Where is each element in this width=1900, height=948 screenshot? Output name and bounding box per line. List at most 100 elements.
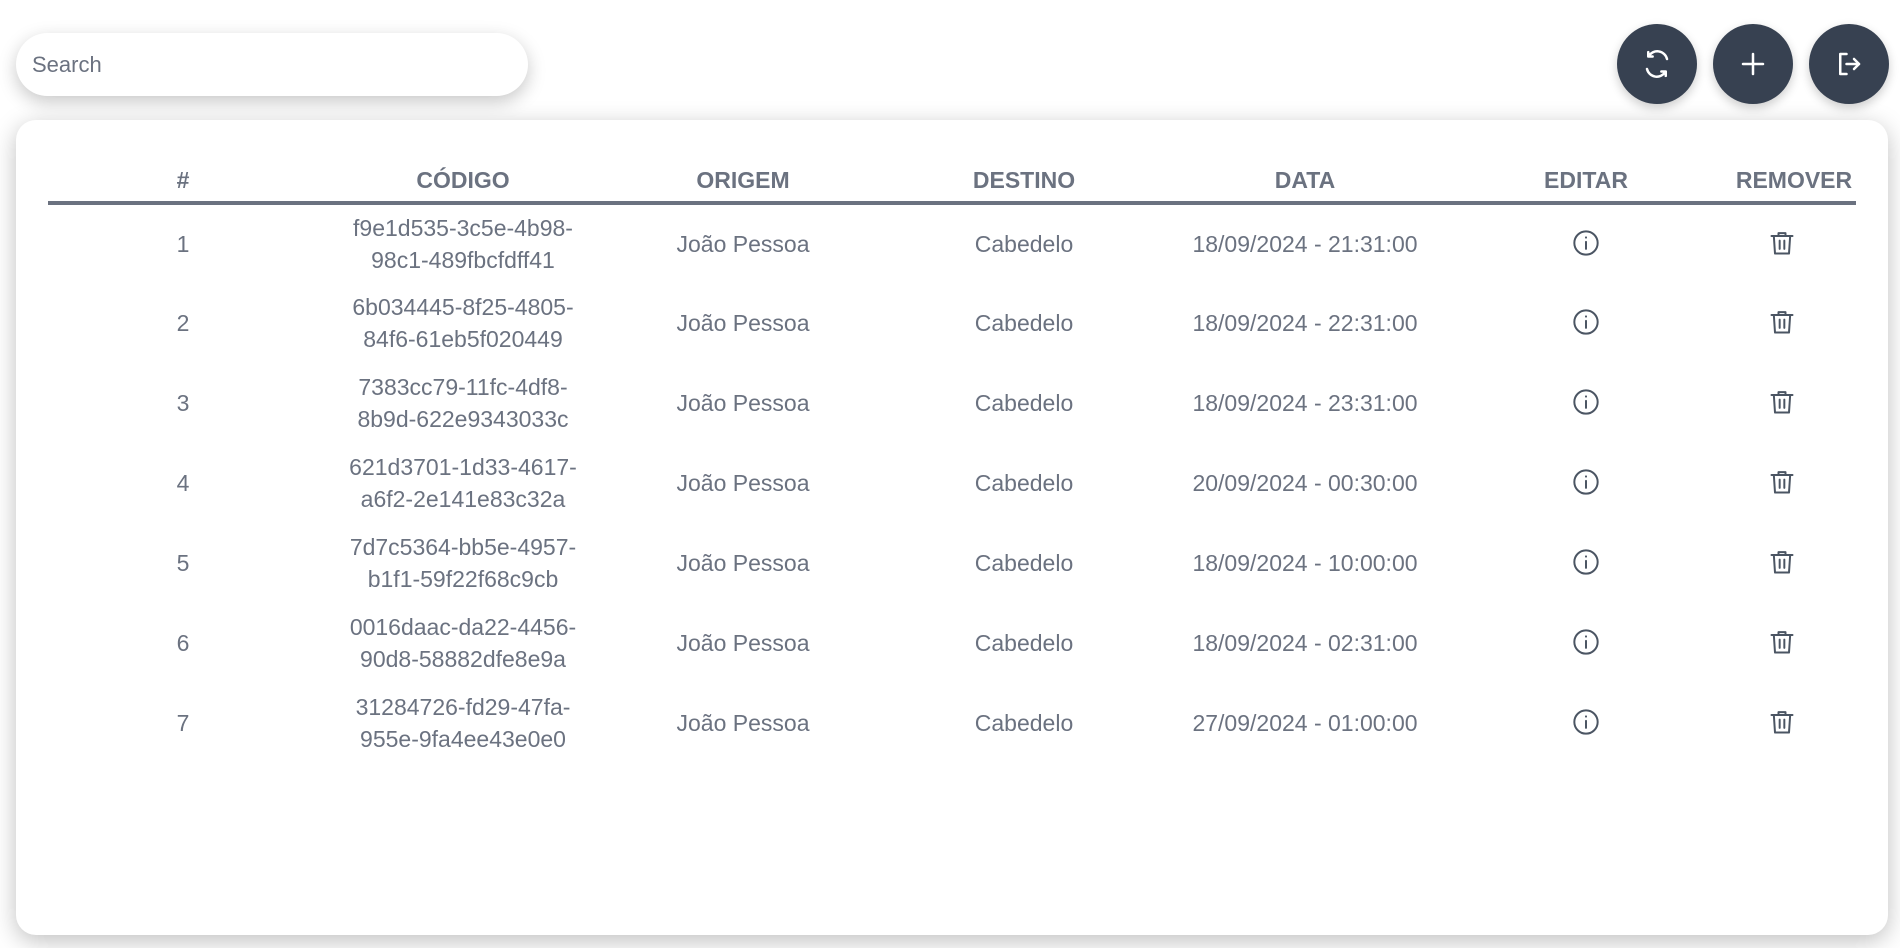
row-code: 0016daac-da22-4456-90d8-58882dfe8e9a <box>349 614 577 672</box>
row-remove-cell <box>1732 683 1856 763</box>
header-destination: DESTINO <box>878 160 1170 205</box>
row-num: 6 <box>176 630 190 656</box>
table-header-row: # CÓDIGO ORIGEM DESTINO DATA EDITAR REMO… <box>48 160 1856 205</box>
edit-button[interactable] <box>1566 462 1606 502</box>
row-date: 27/09/2024 - 01:00:00 <box>1192 710 1418 736</box>
row-num: 3 <box>176 390 190 416</box>
info-icon <box>1573 709 1599 735</box>
plus-icon <box>1741 52 1765 76</box>
search-bar[interactable] <box>16 33 528 96</box>
info-icon <box>1573 629 1599 655</box>
trips-card: # CÓDIGO ORIGEM DESTINO DATA EDITAR REMO… <box>16 120 1888 935</box>
row-edit-cell <box>1440 443 1732 523</box>
table-row: 3 7383cc79-11fc-4df8-8b9d-622e9343033c Joã… <box>48 363 1856 443</box>
table-row: 7 31284726-fd29-47fa-955e-9fa4ee43e0e0 Joã… <box>48 683 1856 763</box>
trips-table: # CÓDIGO ORIGEM DESTINO DATA EDITAR REMO… <box>48 160 1856 763</box>
row-origin: João Pessoa <box>676 710 810 736</box>
row-origin: João Pessoa <box>676 231 810 257</box>
header-code: CÓDIGO <box>318 160 608 205</box>
row-date: 20/09/2024 - 00:30:00 <box>1192 470 1418 496</box>
table-row: 4 621d3701-1d33-4617-a6f2-2e141e83c32a Joã… <box>48 443 1856 523</box>
row-date: 18/09/2024 - 21:31:00 <box>1192 231 1418 257</box>
row-num: 4 <box>176 470 190 496</box>
row-destination: Cabedelo <box>974 470 1074 496</box>
trash-icon <box>1770 391 1794 414</box>
row-origin: João Pessoa <box>676 630 810 656</box>
row-remove-cell <box>1732 363 1856 443</box>
edit-button[interactable] <box>1566 382 1606 422</box>
row-num: 7 <box>176 710 190 736</box>
row-remove-cell <box>1732 203 1856 283</box>
remove-button[interactable] <box>1762 702 1802 742</box>
remove-button[interactable] <box>1762 302 1802 342</box>
edit-button[interactable] <box>1566 622 1606 662</box>
info-icon <box>1573 230 1599 256</box>
row-destination: Cabedelo <box>974 550 1074 576</box>
row-remove-cell <box>1732 443 1856 523</box>
remove-button[interactable] <box>1762 382 1802 422</box>
row-edit-cell <box>1440 523 1732 603</box>
row-code: 7383cc79-11fc-4df8-8b9d-622e9343033c <box>357 374 569 432</box>
trash-icon <box>1770 551 1794 574</box>
row-edit-cell <box>1440 603 1732 683</box>
remove-button[interactable] <box>1762 462 1802 502</box>
logout-button[interactable] <box>1809 24 1889 104</box>
row-destination: Cabedelo <box>974 390 1074 416</box>
row-remove-cell <box>1732 283 1856 363</box>
row-destination: Cabedelo <box>974 231 1074 257</box>
row-code: 6b034445-8f25-4805-84f6-61eb5f020449 <box>352 294 574 352</box>
remove-button[interactable] <box>1762 223 1802 263</box>
row-date: 18/09/2024 - 10:00:00 <box>1192 550 1418 576</box>
row-edit-cell <box>1440 283 1732 363</box>
edit-button[interactable] <box>1566 542 1606 582</box>
row-edit-cell <box>1440 203 1732 283</box>
row-destination: Cabedelo <box>974 310 1074 336</box>
remove-button[interactable] <box>1762 622 1802 662</box>
row-remove-cell <box>1732 523 1856 603</box>
table-body: 1 f9e1d535-3c5e-4b98-98c1-489fbcfdff41 Joã… <box>48 203 1856 763</box>
edit-button[interactable] <box>1566 223 1606 263</box>
header-remove: REMOVER <box>1732 160 1856 205</box>
table-row: 2 6b034445-8f25-4805-84f6-61eb5f020449 Joã… <box>48 283 1856 363</box>
row-destination: Cabedelo <box>974 630 1074 656</box>
info-icon <box>1573 389 1599 415</box>
row-edit-cell <box>1440 363 1732 443</box>
trash-icon <box>1770 471 1794 494</box>
remove-button[interactable] <box>1762 542 1802 582</box>
edit-button[interactable] <box>1566 702 1606 742</box>
logout-icon <box>1839 52 1861 76</box>
row-code: f9e1d535-3c5e-4b98-98c1-489fbcfdff41 <box>353 215 573 273</box>
row-code: 621d3701-1d33-4617-a6f2-2e141e83c32a <box>349 454 577 512</box>
row-destination: Cabedelo <box>974 710 1074 736</box>
table-row: 6 0016daac-da22-4456-90d8-58882dfe8e9a Joã… <box>48 603 1856 683</box>
row-origin: João Pessoa <box>676 390 810 416</box>
header-origin: ORIGEM <box>608 160 878 205</box>
row-origin: João Pessoa <box>676 550 810 576</box>
info-icon <box>1573 309 1599 335</box>
table-row: 5 7d7c5364-bb5e-4957-b1f1-59f22f68c9cb Joã… <box>48 523 1856 603</box>
info-icon <box>1573 549 1599 575</box>
header-date: DATA <box>1170 160 1440 205</box>
row-remove-cell <box>1732 603 1856 683</box>
row-num: 2 <box>176 310 190 336</box>
row-code: 7d7c5364-bb5e-4957-b1f1-59f22f68c9cb <box>349 534 577 592</box>
row-num: 5 <box>176 550 190 576</box>
toolbar <box>1617 24 1889 104</box>
trash-icon <box>1770 311 1794 334</box>
table-row: 1 f9e1d535-3c5e-4b98-98c1-489fbcfdff41 Joã… <box>48 203 1856 283</box>
row-date: 18/09/2024 - 22:31:00 <box>1192 310 1418 336</box>
refresh-button[interactable] <box>1617 24 1697 104</box>
row-date: 18/09/2024 - 02:31:00 <box>1192 630 1418 656</box>
search-input[interactable] <box>32 51 512 78</box>
trash-icon <box>1770 631 1794 654</box>
header-edit: EDITAR <box>1440 160 1732 205</box>
row-origin: João Pessoa <box>676 470 810 496</box>
edit-button[interactable] <box>1566 302 1606 342</box>
refresh-icon <box>1645 50 1669 78</box>
header-num: # <box>48 160 318 205</box>
info-icon <box>1573 469 1599 495</box>
row-code: 31284726-fd29-47fa-955e-9fa4ee43e0e0 <box>355 694 571 752</box>
add-button[interactable] <box>1713 24 1793 104</box>
row-origin: João Pessoa <box>676 310 810 336</box>
row-num: 1 <box>176 231 190 257</box>
